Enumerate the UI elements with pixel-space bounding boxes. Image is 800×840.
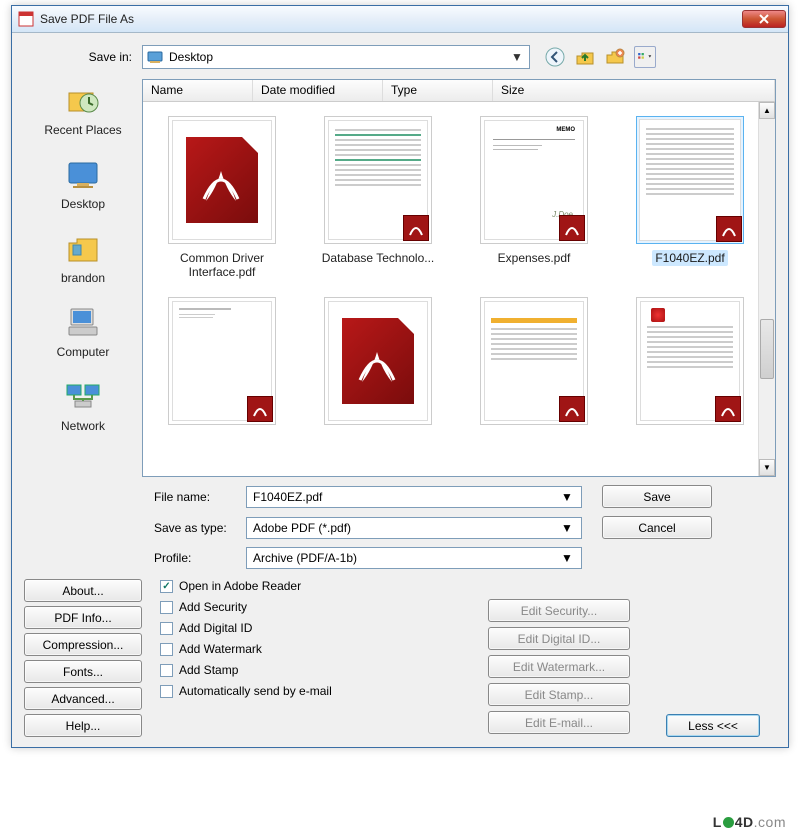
filename-label: File name: bbox=[154, 490, 246, 504]
desktop-icon bbox=[147, 49, 163, 65]
file-list-header[interactable]: Name Date modified Type Size bbox=[143, 80, 775, 102]
check-open-reader[interactable]: Open in Adobe Reader bbox=[160, 579, 488, 593]
filename-input[interactable]: F1040EZ.pdf ▼ bbox=[246, 486, 582, 508]
pdf-badge-icon bbox=[559, 396, 585, 422]
views-button[interactable] bbox=[634, 46, 656, 68]
file-item[interactable] bbox=[153, 297, 291, 445]
savein-value: Desktop bbox=[169, 50, 509, 64]
check-add-digital-id[interactable]: Add Digital ID bbox=[160, 621, 488, 635]
pdf-badge-icon bbox=[716, 216, 742, 242]
help-button[interactable]: Help... bbox=[24, 714, 142, 737]
file-item-selected[interactable]: F1040EZ.pdf bbox=[621, 116, 759, 281]
dropdown-arrow-icon: ▼ bbox=[559, 521, 575, 535]
save-button[interactable]: Save bbox=[602, 485, 712, 508]
place-user[interactable]: brandon bbox=[24, 231, 142, 285]
column-date[interactable]: Date modified bbox=[253, 80, 383, 101]
savein-label: Save in: bbox=[24, 50, 142, 64]
places-bar: Recent Places Desktop brandon Computer N… bbox=[24, 79, 142, 477]
checkbox-icon bbox=[160, 685, 173, 698]
edit-watermark-button: Edit Watermark... bbox=[488, 655, 630, 678]
cancel-button[interactable]: Cancel bbox=[602, 516, 712, 539]
column-name[interactable]: Name bbox=[143, 80, 253, 101]
pdf-info-button[interactable]: PDF Info... bbox=[24, 606, 142, 629]
edit-stamp-button: Edit Stamp... bbox=[488, 683, 630, 706]
vertical-scrollbar[interactable]: ▲ ▼ bbox=[758, 102, 775, 476]
checkbox-icon bbox=[160, 601, 173, 614]
checkbox-icon bbox=[160, 622, 173, 635]
recent-places-icon bbox=[65, 83, 101, 119]
check-add-watermark[interactable]: Add Watermark bbox=[160, 642, 488, 656]
savetype-combo[interactable]: Adobe PDF (*.pdf) ▼ bbox=[246, 517, 582, 539]
up-one-level-button[interactable] bbox=[574, 46, 596, 68]
profile-label: Profile: bbox=[154, 551, 246, 565]
check-auto-email[interactable]: Automatically send by e-mail bbox=[160, 684, 488, 698]
pdf-badge-icon bbox=[559, 215, 585, 241]
compression-button[interactable]: Compression... bbox=[24, 633, 142, 656]
file-item[interactable]: Common Driver Interface.pdf bbox=[153, 116, 291, 281]
scroll-up-button[interactable]: ▲ bbox=[759, 102, 775, 119]
checkbox-icon bbox=[160, 643, 173, 656]
fonts-button[interactable]: Fonts... bbox=[24, 660, 142, 683]
file-item[interactable] bbox=[465, 297, 603, 445]
file-list-area: Name Date modified Type Size Common Driv… bbox=[142, 79, 776, 477]
profile-combo[interactable]: Archive (PDF/A-1b) ▼ bbox=[246, 547, 582, 569]
app-icon bbox=[18, 11, 34, 27]
check-add-security[interactable]: Add Security bbox=[160, 600, 488, 614]
file-item[interactable]: Database Technolo... bbox=[309, 116, 447, 281]
column-type[interactable]: Type bbox=[383, 80, 493, 101]
checkbox-icon bbox=[160, 580, 173, 593]
about-button[interactable]: About... bbox=[24, 579, 142, 602]
column-size[interactable]: Size bbox=[493, 80, 775, 101]
edit-email-button: Edit E-mail... bbox=[488, 711, 630, 734]
file-item[interactable]: MEMOJ.Doe Expenses.pdf bbox=[465, 116, 603, 281]
savetype-label: Save as type: bbox=[154, 521, 246, 535]
dropdown-arrow-icon: ▼ bbox=[559, 551, 575, 565]
pdf-badge-icon bbox=[403, 215, 429, 241]
place-network[interactable]: Network bbox=[24, 379, 142, 433]
dropdown-arrow-icon: ▼ bbox=[509, 50, 525, 64]
desktop-place-icon bbox=[65, 157, 101, 193]
back-button[interactable] bbox=[544, 46, 566, 68]
savein-combo[interactable]: Desktop ▼ bbox=[142, 45, 530, 69]
window-title: Save PDF File As bbox=[40, 12, 742, 26]
close-button[interactable] bbox=[742, 10, 786, 28]
edit-security-button: Edit Security... bbox=[488, 599, 630, 622]
user-folder-icon bbox=[65, 231, 101, 267]
place-desktop[interactable]: Desktop bbox=[24, 157, 142, 211]
file-item[interactable] bbox=[621, 297, 759, 445]
pdf-badge-icon bbox=[715, 396, 741, 422]
place-computer[interactable]: Computer bbox=[24, 305, 142, 359]
network-icon bbox=[65, 379, 101, 415]
titlebar[interactable]: Save PDF File As bbox=[12, 6, 788, 33]
dropdown-arrow-icon: ▼ bbox=[559, 490, 575, 504]
save-pdf-dialog: Save PDF File As Save in: Desktop ▼ bbox=[11, 5, 789, 748]
computer-icon bbox=[65, 305, 101, 341]
check-add-stamp[interactable]: Add Stamp bbox=[160, 663, 488, 677]
pdf-badge-icon bbox=[247, 396, 273, 422]
scroll-down-button[interactable]: ▼ bbox=[759, 459, 775, 476]
edit-digital-id-button: Edit Digital ID... bbox=[488, 627, 630, 650]
less-button[interactable]: Less <<< bbox=[666, 714, 760, 737]
file-item[interactable] bbox=[309, 297, 447, 445]
new-folder-button[interactable] bbox=[604, 46, 626, 68]
file-list[interactable]: Common Driver Interface.pdf Database Tec… bbox=[143, 102, 775, 476]
advanced-button[interactable]: Advanced... bbox=[24, 687, 142, 710]
scroll-thumb[interactable] bbox=[760, 319, 774, 379]
place-recent[interactable]: Recent Places bbox=[24, 83, 142, 137]
watermark: L4D.com bbox=[713, 814, 786, 830]
checkbox-icon bbox=[160, 664, 173, 677]
